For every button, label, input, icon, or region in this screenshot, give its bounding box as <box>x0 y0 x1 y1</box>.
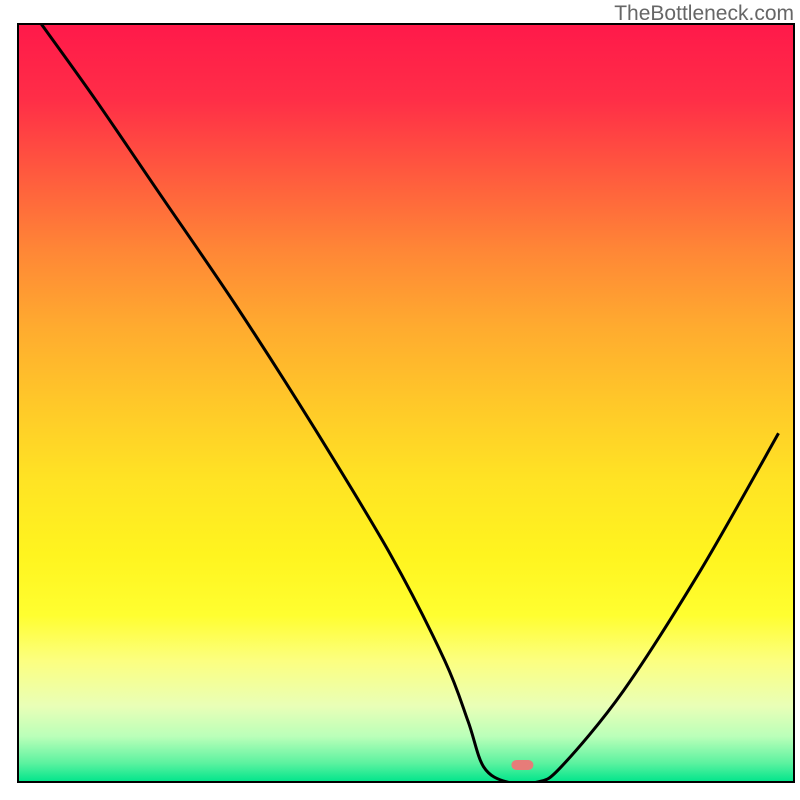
optimal-marker <box>511 760 533 770</box>
watermark-text: TheBottleneck.com <box>614 2 794 26</box>
bottleneck-chart <box>0 0 800 800</box>
gradient-background <box>18 24 794 782</box>
chart-container: TheBottleneck.com <box>0 0 800 800</box>
